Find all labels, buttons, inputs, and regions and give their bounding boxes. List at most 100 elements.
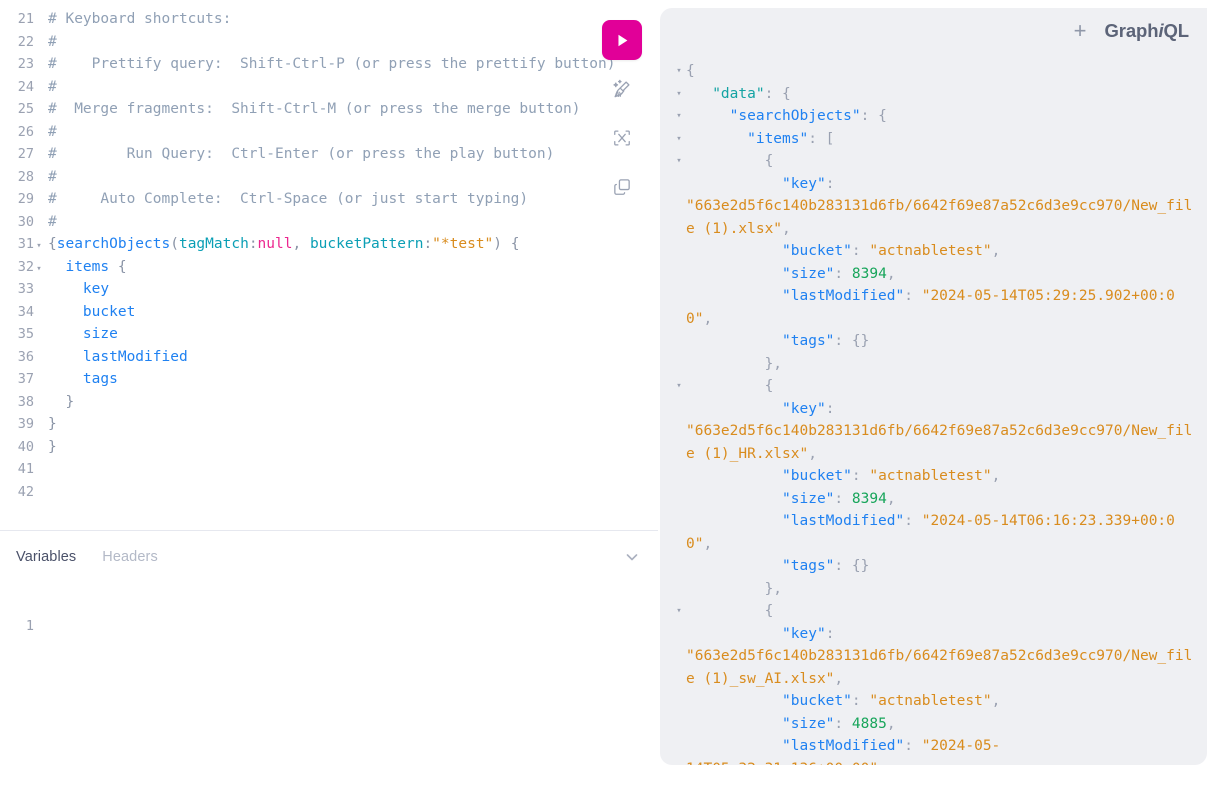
response-line: "size": 8394,: [672, 263, 1207, 286]
response-fold-toggle[interactable]: ▾: [672, 60, 686, 83]
response-line-content: {: [686, 150, 1207, 173]
response-line: ▾{: [672, 60, 1207, 83]
brand-suffix: QL: [1164, 20, 1190, 41]
response-line: "lastModified": "2024-05-14T05:29:25.902…: [672, 285, 1207, 330]
response-line: },: [672, 353, 1207, 376]
editor-line: 24#: [0, 76, 658, 99]
graphiql-logo: GraphiQL: [1104, 20, 1189, 42]
response-line-content: "lastModified": "2024-05-14T06:16:23.339…: [686, 510, 1207, 555]
line-content: {searchObjects(tagMatch:null, bucketPatt…: [44, 233, 519, 256]
line-content: # Keyboard shortcuts:: [44, 8, 231, 31]
line-number: 33: [0, 278, 34, 301]
response-fold-toggle[interactable]: ▾: [672, 83, 686, 106]
response-result-viewer[interactable]: ▾{▾ "data": {▾ "searchObjects": {▾ "item…: [660, 60, 1207, 765]
fold-toggle[interactable]: ▾: [34, 235, 44, 258]
response-line: "size": 8394,: [672, 488, 1207, 511]
execute-query-button[interactable]: [602, 20, 642, 60]
copy-icon: [611, 176, 633, 198]
line-number: 36: [0, 346, 34, 369]
response-line-content: 14T05:32:31.136+00:00",: [686, 758, 1207, 766]
response-line: ▾ {: [672, 375, 1207, 398]
chevron-down-icon[interactable]: [622, 547, 642, 567]
query-editor-pane: 21# Keyboard shortcuts:22 #23 # Prettify q…: [0, 8, 658, 757]
line-content: size: [44, 323, 118, 346]
response-header: + GraphiQL: [1056, 8, 1207, 54]
editor-line: 37 tags: [0, 368, 658, 391]
tab-headers[interactable]: Headers: [102, 549, 158, 565]
editor-line: 41: [0, 458, 658, 481]
response-line: "bucket": "actnabletest",: [672, 240, 1207, 263]
editor-line: 30 #: [0, 211, 658, 234]
response-line: "key":: [672, 173, 1207, 196]
copy-query-button[interactable]: [602, 167, 642, 207]
response-line-content: {: [686, 375, 1207, 398]
line-content: key: [44, 278, 109, 301]
line-number: 22: [0, 31, 34, 54]
response-line-content: "key":: [686, 623, 1207, 646]
tab-variables[interactable]: Variables: [16, 549, 76, 565]
add-tab-button[interactable]: +: [1070, 20, 1091, 42]
line-number: 39: [0, 413, 34, 436]
merge-icon: [611, 127, 633, 149]
response-line: "lastModified": "2024-05-: [672, 735, 1207, 758]
variables-line: 1: [0, 615, 658, 638]
response-line-content: {: [686, 600, 1207, 623]
response-fold-toggle[interactable]: ▾: [672, 375, 686, 398]
response-fold-toggle[interactable]: ▾: [672, 128, 686, 151]
response-line-content: "663e2d5f6c140b283131d6fb/6642f69e87a52c…: [686, 645, 1207, 690]
editor-line: 25# Merge fragments: Shift-Ctrl-M (or pr…: [0, 98, 658, 121]
editor-line: 36 lastModified: [0, 346, 658, 369]
response-line: "lastModified": "2024-05-14T06:16:23.339…: [672, 510, 1207, 555]
line-number: 27: [0, 143, 34, 166]
fold-toggle[interactable]: ▾: [34, 258, 44, 281]
line-content: bucket: [44, 301, 135, 324]
query-editor-code[interactable]: 21# Keyboard shortcuts:22 #23 # Prettify q…: [0, 8, 658, 530]
line-number: 29: [0, 188, 34, 211]
editor-line: 26#: [0, 121, 658, 144]
editor-line: 31▾{searchObjects(tagMatch:null, bucketP…: [0, 233, 658, 256]
response-line-content: "bucket": "actnabletest",: [686, 690, 1207, 713]
line-content: #: [44, 211, 57, 234]
line-content: }: [44, 436, 57, 459]
line-number: 40: [0, 436, 34, 459]
line-number: 28: [0, 166, 34, 189]
variables-editor[interactable]: 1: [0, 583, 658, 757]
line-number: 38: [0, 391, 34, 414]
line-content: # Prettify query: Shift-Ctrl-P (or press…: [44, 53, 615, 76]
response-fold-toggle[interactable]: ▾: [672, 600, 686, 623]
response-line: 14T05:32:31.136+00:00",: [672, 758, 1207, 766]
line-content: # Run Query: Ctrl-Enter (or press the pl…: [44, 143, 554, 166]
response-line: ▾ {: [672, 600, 1207, 623]
line-number: 42: [0, 481, 34, 504]
response-line-content: "items": [: [686, 128, 1207, 151]
line-number: 30: [0, 211, 34, 234]
editor-line: 42: [0, 481, 658, 504]
line-content: items {: [44, 256, 127, 279]
response-line: "key":: [672, 623, 1207, 646]
merge-fragments-button[interactable]: [602, 118, 642, 158]
response-line: "size": 4885,: [672, 713, 1207, 736]
editor-line: 29# Auto Complete: Ctrl-Space (or just s…: [0, 188, 658, 211]
prettify-button[interactable]: [602, 69, 642, 109]
response-line: },: [672, 578, 1207, 601]
editor-line: 34 bucket: [0, 301, 658, 324]
response-line: ▾ "data": {: [672, 83, 1207, 106]
response-line-content: "size": 4885,: [686, 713, 1207, 736]
line-number: 41: [0, 458, 34, 481]
response-line: "bucket": "actnabletest",: [672, 465, 1207, 488]
response-fold-toggle[interactable]: ▾: [672, 105, 686, 128]
response-line: "663e2d5f6c140b283131d6fb/6642f69e87a52c…: [672, 420, 1207, 465]
play-icon: [614, 32, 631, 49]
response-fold-toggle[interactable]: ▾: [672, 150, 686, 173]
editor-line: 38 }: [0, 391, 658, 414]
response-line-content: "bucket": "actnabletest",: [686, 240, 1207, 263]
line-content: #: [44, 31, 57, 54]
response-line-content: "size": 8394,: [686, 263, 1207, 286]
editor-line: 21# Keyboard shortcuts:: [0, 8, 658, 31]
line-number: 23: [0, 53, 34, 76]
response-line: ▾ {: [672, 150, 1207, 173]
editor-line: 40}: [0, 436, 658, 459]
editor-line: 39}: [0, 413, 658, 436]
response-line: "tags": {}: [672, 555, 1207, 578]
line-number: 26: [0, 121, 34, 144]
